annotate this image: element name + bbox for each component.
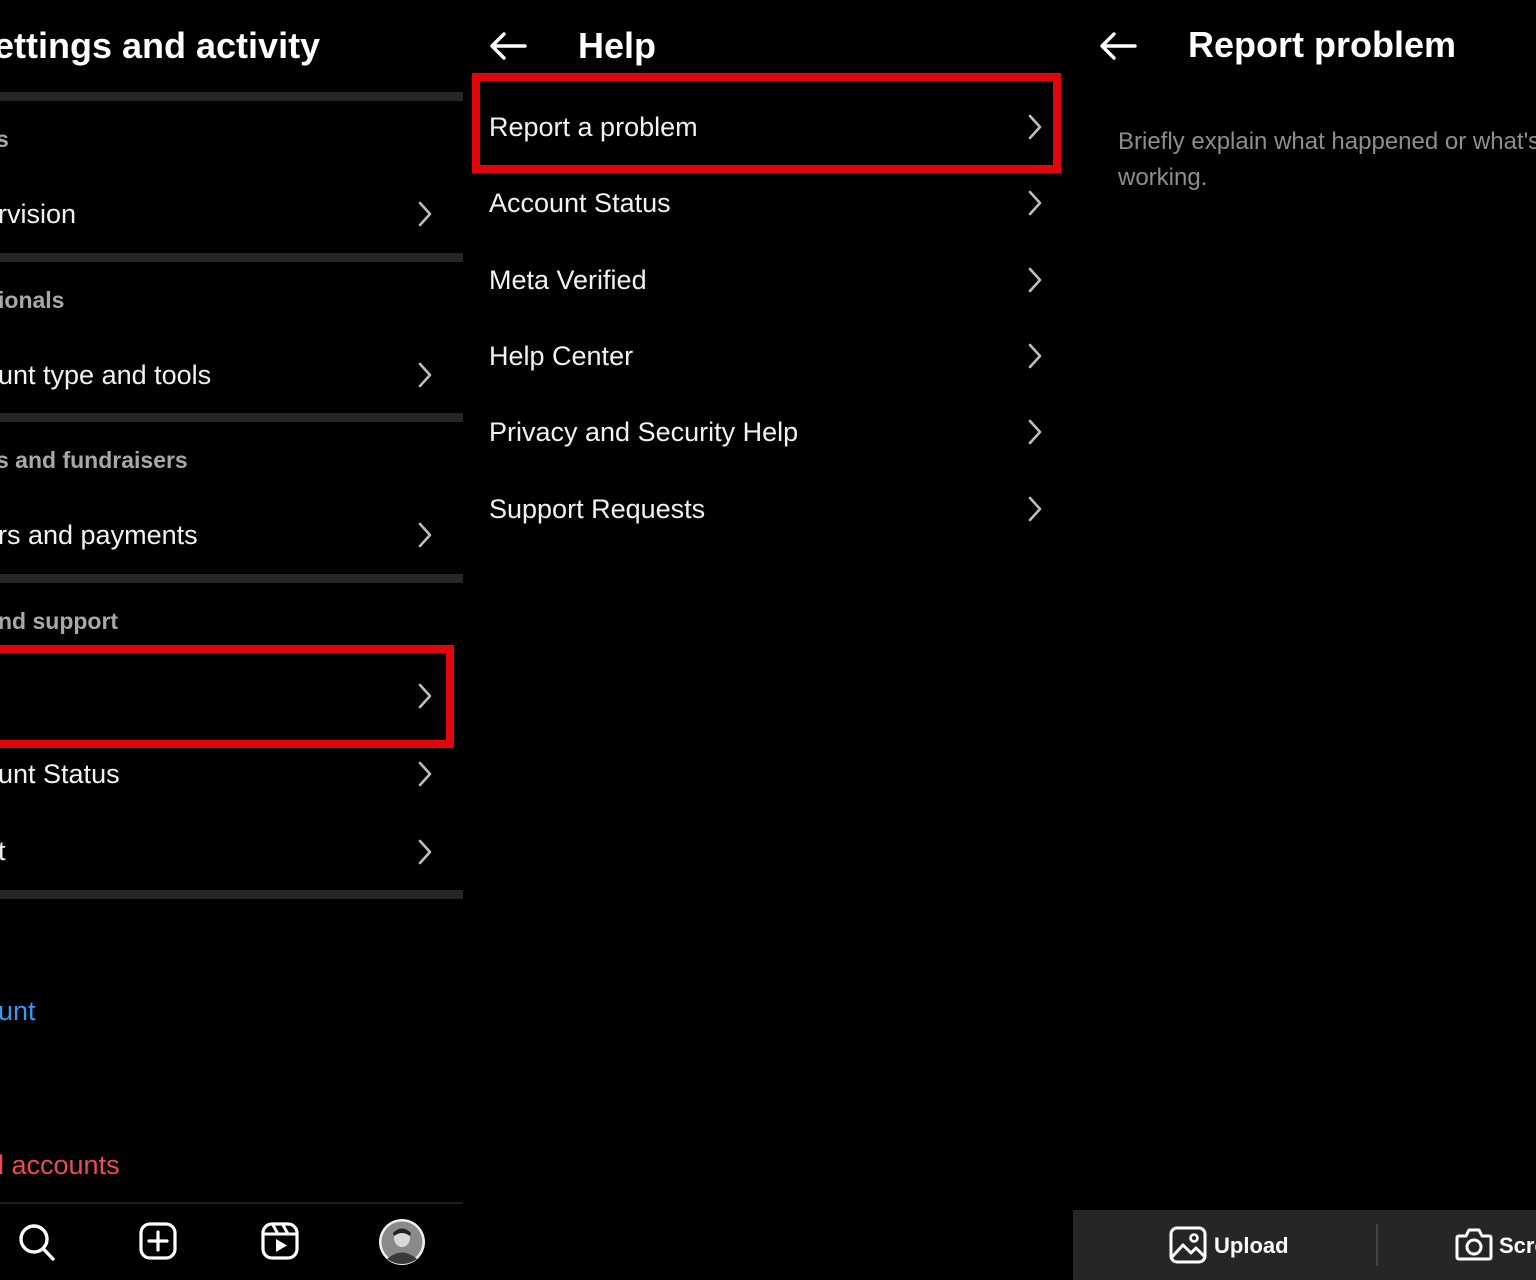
bottom-navigation [0, 1202, 463, 1280]
log-out-all-accounts-link[interactable]: l accounts [0, 1150, 120, 1181]
description-placeholder-line: working. [1118, 164, 1208, 191]
create-icon[interactable] [139, 1222, 177, 1265]
help-item-label: Support Requests [489, 494, 706, 524]
chevron-right-icon [1028, 496, 1042, 522]
section-divider [0, 890, 463, 899]
highlight-box [472, 73, 1061, 173]
search-icon[interactable] [18, 1222, 56, 1267]
chevron-right-icon [1028, 190, 1042, 216]
add-account-link[interactable]: unt [0, 996, 36, 1027]
description-placeholder-line: Briefly explain what happened or what's [1118, 128, 1536, 155]
section-header: s and fundraisers [0, 447, 188, 473]
chevron-right-icon [418, 201, 432, 227]
help-item-label: Help Center [489, 341, 634, 371]
section-header: s [0, 126, 9, 152]
help-panel: Help Report a problem Account Status Met… [471, 0, 1071, 1280]
help-item-label: Account Status [489, 188, 671, 218]
section-divider [0, 92, 463, 101]
page-title: ettings and activity [0, 25, 321, 66]
back-arrow-icon[interactable] [1099, 31, 1137, 66]
settings-item-label: rs and payments [0, 520, 198, 550]
back-arrow-icon[interactable] [489, 31, 527, 66]
chevron-right-icon [1028, 267, 1042, 293]
screenshot-button[interactable]: Scre [1455, 1226, 1536, 1266]
settings-item-label: unt type and tools [0, 360, 212, 390]
avatar[interactable] [378, 1218, 426, 1271]
camera-icon [1455, 1226, 1493, 1266]
chevron-right-icon [418, 839, 432, 865]
section-divider [0, 413, 463, 422]
highlight-box [0, 645, 454, 748]
image-icon [1169, 1226, 1207, 1269]
chevron-right-icon [418, 522, 432, 548]
upload-label: Upload [1214, 1233, 1289, 1258]
settings-item-label: unt Status [0, 759, 120, 789]
page-title: Help [578, 25, 657, 66]
chevron-right-icon [418, 761, 432, 787]
page-title: Report problem [1188, 24, 1457, 65]
settings-panel: ettings and activity s rvision ionals un… [0, 0, 463, 1280]
attachment-toolbar: Upload Scre [1073, 1210, 1536, 1280]
report-problem-panel: Report problem Briefly explain what happ… [1073, 0, 1536, 1280]
section-divider [0, 253, 463, 262]
screenshot-label: Scre [1499, 1233, 1536, 1258]
section-header: ionals [0, 287, 65, 313]
reels-icon[interactable] [261, 1222, 299, 1265]
help-item-label: Privacy and Security Help [489, 417, 799, 447]
section-divider [0, 574, 463, 583]
chevron-right-icon [418, 362, 432, 388]
chevron-right-icon [1028, 419, 1042, 445]
help-item-label: Meta Verified [489, 265, 647, 295]
settings-item-label: t [0, 836, 6, 866]
toolbar-divider [1376, 1224, 1378, 1266]
section-header: nd support [0, 608, 119, 634]
chevron-right-icon [1028, 343, 1042, 369]
settings-item-label: rvision [0, 199, 77, 229]
